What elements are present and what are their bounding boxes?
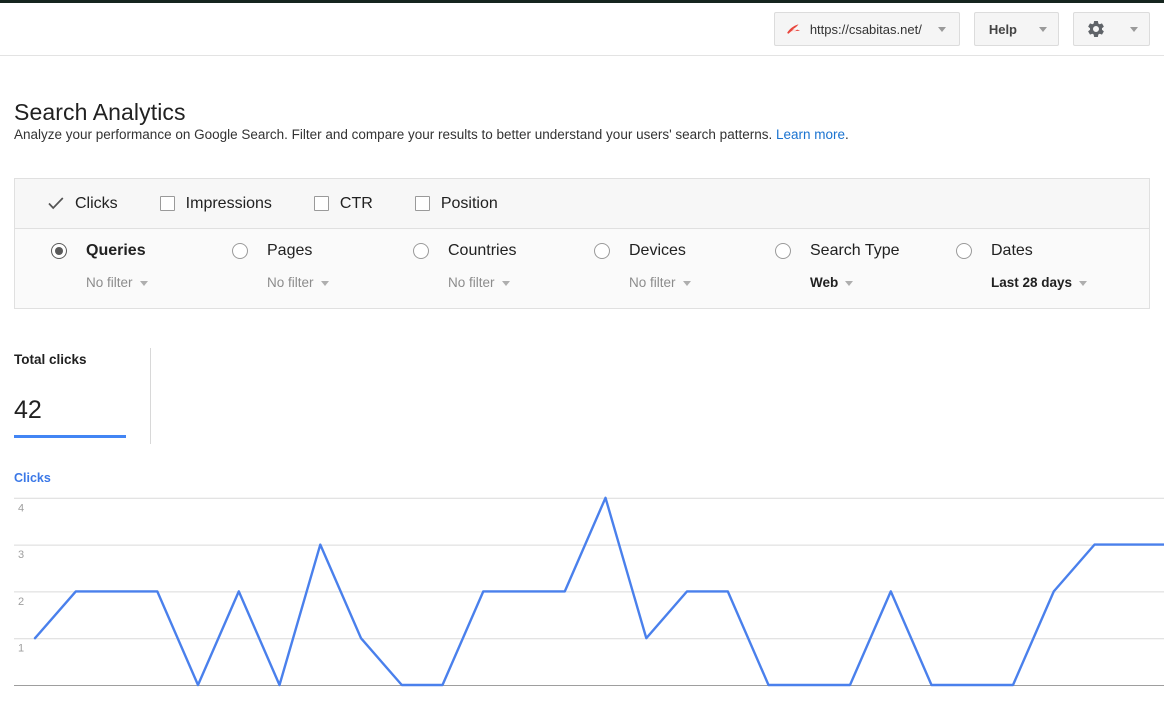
dimension-header[interactable]: Devices	[594, 240, 775, 262]
metric-label: Position	[440, 194, 498, 212]
dimension-dates[interactable]: Dates Last 28 days	[956, 240, 1137, 308]
stat-divider	[150, 348, 151, 444]
dimension-queries[interactable]: Queries No filter	[51, 240, 232, 308]
dimension-label: Pages	[267, 242, 313, 259]
total-clicks-title: Total clicks	[14, 352, 87, 367]
metric-impressions[interactable]: Impressions	[159, 194, 272, 213]
site-url-label: https://csabitas.net/	[809, 21, 922, 37]
chevron-down-icon	[1130, 26, 1138, 32]
dimension-devices[interactable]: Devices No filter	[594, 240, 775, 308]
chart-svg: 1 2 3 4	[14, 496, 1164, 687]
chart-ytick-label: 1	[18, 643, 24, 655]
clicks-line-chart: 1 2 3 4	[0, 490, 1164, 707]
dimension-label: Countries	[448, 242, 517, 259]
chevron-down-icon	[320, 280, 329, 286]
dimension-pages[interactable]: Pages No filter	[232, 240, 413, 308]
gear-icon	[1086, 19, 1106, 39]
search-console-logo-icon	[785, 21, 802, 38]
metric-ctr[interactable]: CTR	[313, 194, 373, 213]
radio-icon[interactable]	[232, 243, 248, 259]
chevron-down-icon	[139, 280, 148, 286]
dimension-label: Search Type	[810, 242, 900, 259]
dimension-countries[interactable]: Countries No filter	[413, 240, 594, 308]
chart-series-label: Clicks	[14, 471, 51, 485]
total-clicks-value: 42	[14, 396, 42, 424]
page-description-text: Analyze your performance on Google Searc…	[14, 127, 773, 142]
metric-label: CTR	[339, 194, 373, 212]
dimension-filter-queries[interactable]: No filter	[86, 275, 148, 290]
top-toolbar: https://csabitas.net/ Help	[0, 0, 1164, 56]
dimension-header[interactable]: Pages	[232, 240, 413, 262]
chart-ytick-label: 4	[18, 502, 24, 514]
page-description: Analyze your performance on Google Searc…	[14, 127, 849, 142]
dimension-filter-label: No filter	[448, 275, 495, 290]
dimension-label: Dates	[991, 242, 1033, 259]
page-description-period: .	[845, 127, 849, 142]
metric-clicks[interactable]: Clicks	[48, 195, 118, 213]
help-label: Help	[988, 21, 1017, 37]
dimension-search-type[interactable]: Search Type Web	[775, 240, 956, 308]
chevron-down-icon	[682, 280, 691, 286]
filter-panel: Clicks Impressions CTR Position Queries	[14, 178, 1150, 309]
checkbox-icon	[414, 196, 430, 211]
checkmark-icon	[48, 196, 64, 211]
toolbar-actions: https://csabitas.net/ Help	[773, 12, 1150, 46]
learn-more-link[interactable]: Learn more	[776, 127, 845, 142]
settings-button[interactable]	[1073, 12, 1150, 46]
metric-label: Clicks	[75, 194, 118, 212]
chart-ytick-label: 3	[18, 549, 24, 561]
metric-position[interactable]: Position	[414, 194, 498, 213]
radio-icon[interactable]	[51, 243, 67, 259]
chevron-down-icon	[1039, 26, 1047, 32]
dimension-filter-devices[interactable]: No filter	[629, 275, 691, 290]
dimension-filter-label: No filter	[86, 275, 133, 290]
page-title: Search Analytics	[14, 99, 186, 126]
total-clicks-stat: Total clicks 42	[14, 352, 150, 438]
checkbox-icon	[159, 196, 175, 211]
metrics-row: Clicks Impressions CTR Position	[15, 179, 1149, 229]
radio-icon[interactable]	[413, 243, 429, 259]
dimension-filter-dates[interactable]: Last 28 days	[991, 275, 1088, 290]
dimension-filter-label: No filter	[267, 275, 314, 290]
dimension-filter-search-type[interactable]: Web	[810, 275, 854, 290]
total-clicks-underline	[14, 435, 126, 438]
chevron-down-icon	[937, 26, 946, 32]
checkbox-icon	[313, 196, 329, 211]
search-analytics-page: https://csabitas.net/ Help Search Analyt…	[0, 0, 1164, 707]
dimension-header[interactable]: Dates	[956, 240, 1137, 262]
site-selector-button[interactable]: https://csabitas.net/	[773, 12, 960, 46]
dimension-header[interactable]: Countries	[413, 240, 594, 262]
dimension-filter-label: Last 28 days	[991, 275, 1073, 290]
metric-label: Impressions	[185, 194, 272, 212]
chart-ytick-label: 2	[18, 596, 24, 608]
dimension-label: Queries	[86, 242, 146, 259]
chevron-down-icon	[501, 280, 510, 286]
dimension-filter-countries[interactable]: No filter	[448, 275, 510, 290]
help-button[interactable]: Help	[973, 12, 1059, 46]
radio-icon[interactable]	[775, 243, 791, 259]
dimension-filter-pages[interactable]: No filter	[267, 275, 329, 290]
dimension-header[interactable]: Search Type	[775, 240, 956, 262]
radio-icon[interactable]	[956, 243, 972, 259]
chevron-down-icon	[845, 280, 854, 286]
chevron-down-icon	[1079, 280, 1088, 286]
dimension-filter-label: Web	[810, 275, 839, 290]
dimension-filter-label: No filter	[629, 275, 676, 290]
radio-icon[interactable]	[594, 243, 610, 259]
dimension-header[interactable]: Queries	[51, 240, 232, 262]
dimension-label: Devices	[629, 242, 686, 259]
dimensions-row: Queries No filter Pages No filter Countr…	[15, 229, 1149, 308]
